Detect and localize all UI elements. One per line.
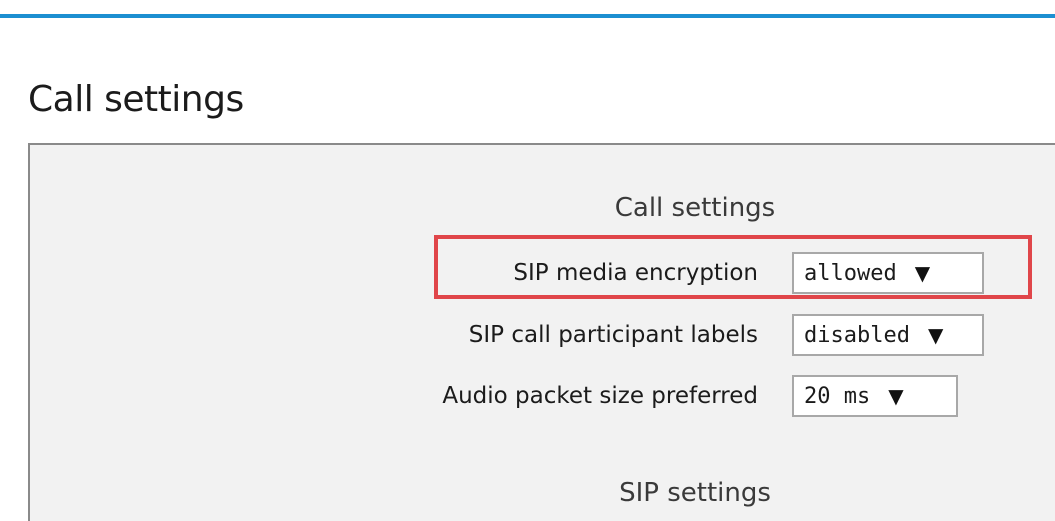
field-row-sip-media-encryption: SIP media encryption allowed ▼ [30, 252, 1050, 296]
field-row-audio-packet-size-preferred: Audio packet size preferred 20 ms ▼ [30, 375, 1050, 419]
sip-media-encryption-select[interactable]: allowed ▼ [792, 252, 984, 294]
page-title: Call settings [28, 79, 244, 120]
select-value: disabled [804, 322, 910, 348]
chevron-down-icon: ▼ [888, 384, 904, 408]
top-accent-rule [0, 14, 1055, 18]
section-heading-call-settings: Call settings [614, 193, 776, 223]
chevron-down-icon: ▼ [914, 261, 931, 285]
call-settings-page: Call settings Call settings SIP media en… [0, 0, 1055, 521]
chevron-down-icon: ▼ [927, 323, 944, 347]
audio-packet-size-preferred-select[interactable]: 20 ms ▼ [792, 375, 958, 417]
settings-panel: Call settings SIP media encryption allow… [28, 143, 1055, 521]
field-label-sip-media-encryption: SIP media encryption [513, 260, 758, 286]
select-value: 20 ms [804, 383, 871, 409]
field-label-sip-call-participant-labels: SIP call participant labels [468, 322, 758, 348]
select-value: allowed [804, 260, 897, 286]
sip-call-participant-labels-select[interactable]: disabled ▼ [792, 314, 984, 356]
field-row-sip-call-participant-labels: SIP call participant labels disabled ▼ [30, 314, 1050, 358]
section-heading-sip-settings: SIP settings [619, 478, 771, 508]
field-label-audio-packet-size-preferred: Audio packet size preferred [442, 383, 758, 409]
